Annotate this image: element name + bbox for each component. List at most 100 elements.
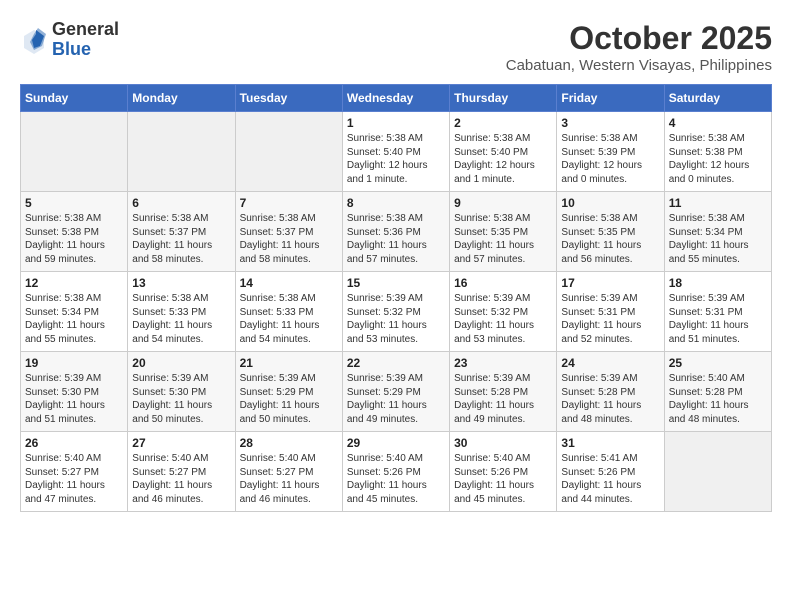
day-number: 30 bbox=[454, 436, 552, 450]
day-info: Sunrise: 5:40 AM Sunset: 5:26 PM Dayligh… bbox=[347, 452, 445, 506]
day-info: Sunrise: 5:38 AM Sunset: 5:34 PM Dayligh… bbox=[25, 292, 123, 346]
day-number: 24 bbox=[561, 356, 659, 370]
day-number: 17 bbox=[561, 276, 659, 290]
weekday-header-row: SundayMondayTuesdayWednesdayThursdayFrid… bbox=[21, 85, 772, 112]
day-number: 10 bbox=[561, 196, 659, 210]
weekday-header: Thursday bbox=[450, 85, 557, 112]
calendar-week-row: 19Sunrise: 5:39 AM Sunset: 5:30 PM Dayli… bbox=[21, 352, 772, 432]
calendar-cell bbox=[128, 112, 235, 192]
day-info: Sunrise: 5:40 AM Sunset: 5:27 PM Dayligh… bbox=[132, 452, 230, 506]
calendar-cell bbox=[664, 432, 771, 512]
logo-icon bbox=[20, 26, 48, 54]
weekday-header: Saturday bbox=[664, 85, 771, 112]
weekday-header: Sunday bbox=[21, 85, 128, 112]
day-info: Sunrise: 5:38 AM Sunset: 5:33 PM Dayligh… bbox=[132, 292, 230, 346]
calendar-cell: 14 Sunrise: 5:38 AM Sunset: 5:33 PM Dayli… bbox=[235, 272, 342, 352]
day-number: 4 bbox=[669, 116, 767, 130]
title-block: October 2025 Cabatuan, Western Visayas, … bbox=[506, 20, 772, 74]
weekday-header: Wednesday bbox=[342, 85, 449, 112]
weekday-header: Tuesday bbox=[235, 85, 342, 112]
day-info: Sunrise: 5:38 AM Sunset: 5:40 PM Dayligh… bbox=[347, 132, 445, 186]
day-number: 15 bbox=[347, 276, 445, 290]
calendar-table: SundayMondayTuesdayWednesdayThursdayFrid… bbox=[20, 84, 772, 512]
calendar-cell: 27 Sunrise: 5:40 AM Sunset: 5:27 PM Dayli… bbox=[128, 432, 235, 512]
calendar-cell: 16 Sunrise: 5:39 AM Sunset: 5:32 PM Dayli… bbox=[450, 272, 557, 352]
day-info: Sunrise: 5:38 AM Sunset: 5:35 PM Dayligh… bbox=[561, 212, 659, 266]
day-number: 7 bbox=[240, 196, 338, 210]
day-info: Sunrise: 5:40 AM Sunset: 5:27 PM Dayligh… bbox=[240, 452, 338, 506]
day-info: Sunrise: 5:39 AM Sunset: 5:30 PM Dayligh… bbox=[132, 372, 230, 426]
day-info: Sunrise: 5:40 AM Sunset: 5:26 PM Dayligh… bbox=[454, 452, 552, 506]
calendar-cell: 26 Sunrise: 5:40 AM Sunset: 5:27 PM Dayli… bbox=[21, 432, 128, 512]
day-number: 1 bbox=[347, 116, 445, 130]
day-number: 31 bbox=[561, 436, 659, 450]
page-header: General Blue October 2025 Cabatuan, West… bbox=[20, 20, 772, 74]
day-number: 14 bbox=[240, 276, 338, 290]
weekday-header: Friday bbox=[557, 85, 664, 112]
calendar-cell: 21Sunrise: 5:39 AM Sunset: 5:29 PM Dayli… bbox=[235, 352, 342, 432]
calendar-cell: 30 Sunrise: 5:40 AM Sunset: 5:26 PM Dayli… bbox=[450, 432, 557, 512]
day-info: Sunrise: 5:39 AM Sunset: 5:31 PM Dayligh… bbox=[669, 292, 767, 346]
day-info: Sunrise: 5:41 AM Sunset: 5:26 PM Dayligh… bbox=[561, 452, 659, 506]
day-info: Sunrise: 5:40 AM Sunset: 5:28 PM Dayligh… bbox=[669, 372, 767, 426]
day-number: 21 bbox=[240, 356, 338, 370]
calendar-cell: 17 Sunrise: 5:39 AM Sunset: 5:31 PM Dayli… bbox=[557, 272, 664, 352]
weekday-header: Monday bbox=[128, 85, 235, 112]
day-info: Sunrise: 5:38 AM Sunset: 5:37 PM Dayligh… bbox=[240, 212, 338, 266]
day-number: 5 bbox=[25, 196, 123, 210]
calendar-cell: 15Sunrise: 5:39 AM Sunset: 5:32 PM Dayli… bbox=[342, 272, 449, 352]
calendar-cell: 7 Sunrise: 5:38 AM Sunset: 5:37 PM Daylig… bbox=[235, 192, 342, 272]
day-info: Sunrise: 5:38 AM Sunset: 5:36 PM Dayligh… bbox=[347, 212, 445, 266]
day-number: 13 bbox=[132, 276, 230, 290]
day-number: 6 bbox=[132, 196, 230, 210]
day-info: Sunrise: 5:38 AM Sunset: 5:40 PM Dayligh… bbox=[454, 132, 552, 186]
day-number: 27 bbox=[132, 436, 230, 450]
calendar-cell: 20 Sunrise: 5:39 AM Sunset: 5:30 PM Dayli… bbox=[128, 352, 235, 432]
day-info: Sunrise: 5:38 AM Sunset: 5:38 PM Dayligh… bbox=[669, 132, 767, 186]
calendar-week-row: 5 Sunrise: 5:38 AM Sunset: 5:38 PM Daylig… bbox=[21, 192, 772, 272]
calendar-cell: 18 Sunrise: 5:39 AM Sunset: 5:31 PM Dayli… bbox=[664, 272, 771, 352]
calendar-cell: 13 Sunrise: 5:38 AM Sunset: 5:33 PM Dayli… bbox=[128, 272, 235, 352]
day-number: 9 bbox=[454, 196, 552, 210]
calendar-cell: 6 Sunrise: 5:38 AM Sunset: 5:37 PM Daylig… bbox=[128, 192, 235, 272]
calendar-week-row: 26 Sunrise: 5:40 AM Sunset: 5:27 PM Dayli… bbox=[21, 432, 772, 512]
calendar-cell: 10 Sunrise: 5:38 AM Sunset: 5:35 PM Dayli… bbox=[557, 192, 664, 272]
month-title: October 2025 bbox=[506, 20, 772, 57]
calendar-cell: 29Sunrise: 5:40 AM Sunset: 5:26 PM Dayli… bbox=[342, 432, 449, 512]
day-number: 18 bbox=[669, 276, 767, 290]
day-info: Sunrise: 5:39 AM Sunset: 5:32 PM Dayligh… bbox=[454, 292, 552, 346]
calendar-week-row: 1 Sunrise: 5:38 AM Sunset: 5:40 PM Daylig… bbox=[21, 112, 772, 192]
calendar-cell: 22 Sunrise: 5:39 AM Sunset: 5:29 PM Dayli… bbox=[342, 352, 449, 432]
day-number: 23 bbox=[454, 356, 552, 370]
calendar-cell: 24 Sunrise: 5:39 AM Sunset: 5:28 PM Dayli… bbox=[557, 352, 664, 432]
day-info: Sunrise: 5:40 AM Sunset: 5:27 PM Dayligh… bbox=[25, 452, 123, 506]
day-info: Sunrise: 5:38 AM Sunset: 5:38 PM Dayligh… bbox=[25, 212, 123, 266]
calendar-cell: 9 Sunrise: 5:38 AM Sunset: 5:35 PM Daylig… bbox=[450, 192, 557, 272]
calendar-week-row: 12 Sunrise: 5:38 AM Sunset: 5:34 PM Dayli… bbox=[21, 272, 772, 352]
day-number: 25 bbox=[669, 356, 767, 370]
calendar-cell: 25 Sunrise: 5:40 AM Sunset: 5:28 PM Dayli… bbox=[664, 352, 771, 432]
day-number: 12 bbox=[25, 276, 123, 290]
calendar-cell: 11Sunrise: 5:38 AM Sunset: 5:34 PM Dayli… bbox=[664, 192, 771, 272]
day-info: Sunrise: 5:39 AM Sunset: 5:30 PM Dayligh… bbox=[25, 372, 123, 426]
calendar-cell: 23Sunrise: 5:39 AM Sunset: 5:28 PM Dayli… bbox=[450, 352, 557, 432]
day-info: Sunrise: 5:39 AM Sunset: 5:31 PM Dayligh… bbox=[561, 292, 659, 346]
day-info: Sunrise: 5:38 AM Sunset: 5:35 PM Dayligh… bbox=[454, 212, 552, 266]
calendar-cell: 8Sunrise: 5:38 AM Sunset: 5:36 PM Daylig… bbox=[342, 192, 449, 272]
day-info: Sunrise: 5:38 AM Sunset: 5:39 PM Dayligh… bbox=[561, 132, 659, 186]
day-info: Sunrise: 5:38 AM Sunset: 5:34 PM Dayligh… bbox=[669, 212, 767, 266]
day-info: Sunrise: 5:39 AM Sunset: 5:29 PM Dayligh… bbox=[347, 372, 445, 426]
logo: General Blue bbox=[20, 20, 119, 60]
day-info: Sunrise: 5:38 AM Sunset: 5:37 PM Dayligh… bbox=[132, 212, 230, 266]
day-number: 3 bbox=[561, 116, 659, 130]
day-number: 26 bbox=[25, 436, 123, 450]
location-subtitle: Cabatuan, Western Visayas, Philippines bbox=[506, 57, 772, 74]
day-number: 16 bbox=[454, 276, 552, 290]
day-number: 20 bbox=[132, 356, 230, 370]
day-number: 22 bbox=[347, 356, 445, 370]
calendar-cell bbox=[235, 112, 342, 192]
day-info: Sunrise: 5:38 AM Sunset: 5:33 PM Dayligh… bbox=[240, 292, 338, 346]
calendar-cell: 2 Sunrise: 5:38 AM Sunset: 5:40 PM Daylig… bbox=[450, 112, 557, 192]
day-info: Sunrise: 5:39 AM Sunset: 5:28 PM Dayligh… bbox=[561, 372, 659, 426]
day-number: 2 bbox=[454, 116, 552, 130]
